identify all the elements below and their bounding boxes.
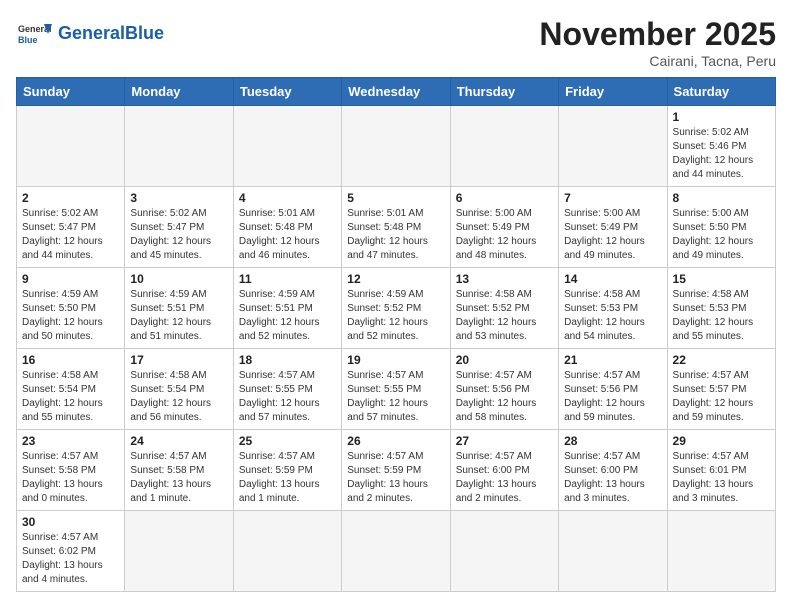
day-21: 21 Sunrise: 4:57 AM Sunset: 5:56 PM Dayl… [559,349,667,430]
day-27: 27 Sunrise: 4:57 AM Sunset: 6:00 PM Dayl… [450,430,558,511]
page-header: General Blue GeneralBlue November 2025 C… [16,16,776,69]
day-7: 7 Sunrise: 5:00 AM Sunset: 5:49 PM Dayli… [559,187,667,268]
day-25: 25 Sunrise: 4:57 AM Sunset: 5:59 PM Dayl… [233,430,341,511]
day-22: 22 Sunrise: 4:57 AM Sunset: 5:57 PM Dayl… [667,349,775,430]
day-3: 3 Sunrise: 5:02 AM Sunset: 5:47 PM Dayli… [125,187,233,268]
empty-cell [233,106,341,187]
day-30: 30 Sunrise: 4:57 AM Sunset: 6:02 PM Dayl… [17,511,125,592]
empty-cell [559,511,667,592]
weekday-header-row: Sunday Monday Tuesday Wednesday Thursday… [17,78,776,106]
empty-cell [17,106,125,187]
calendar-table: Sunday Monday Tuesday Wednesday Thursday… [16,77,776,592]
header-sunday: Sunday [17,78,125,106]
title-area: November 2025 Cairani, Tacna, Peru [539,16,776,69]
calendar-row-3: 9 Sunrise: 4:59 AM Sunset: 5:50 PM Dayli… [17,268,776,349]
logo-general: General [58,23,125,43]
day-19: 19 Sunrise: 4:57 AM Sunset: 5:55 PM Dayl… [342,349,450,430]
calendar-row-4: 16 Sunrise: 4:58 AM Sunset: 5:54 PM Dayl… [17,349,776,430]
header-monday: Monday [125,78,233,106]
empty-cell [342,511,450,592]
empty-cell [667,511,775,592]
empty-cell [342,106,450,187]
calendar-row-2: 2 Sunrise: 5:02 AM Sunset: 5:47 PM Dayli… [17,187,776,268]
day-16: 16 Sunrise: 4:58 AM Sunset: 5:54 PM Dayl… [17,349,125,430]
month-title: November 2025 [539,16,776,53]
day-6: 6 Sunrise: 5:00 AM Sunset: 5:49 PM Dayli… [450,187,558,268]
calendar-row-1: 1 Sunrise: 5:02 AM Sunset: 5:46 PM Dayli… [17,106,776,187]
day-4: 4 Sunrise: 5:01 AM Sunset: 5:48 PM Dayli… [233,187,341,268]
day-5: 5 Sunrise: 5:01 AM Sunset: 5:48 PM Dayli… [342,187,450,268]
empty-cell [450,106,558,187]
header-friday: Friday [559,78,667,106]
calendar-row-5: 23 Sunrise: 4:57 AM Sunset: 5:58 PM Dayl… [17,430,776,511]
empty-cell [450,511,558,592]
logo-blue: Blue [125,23,164,43]
header-saturday: Saturday [667,78,775,106]
empty-cell [125,106,233,187]
header-wednesday: Wednesday [342,78,450,106]
day-12: 12 Sunrise: 4:59 AM Sunset: 5:52 PM Dayl… [342,268,450,349]
day-24: 24 Sunrise: 4:57 AM Sunset: 5:58 PM Dayl… [125,430,233,511]
day-2: 2 Sunrise: 5:02 AM Sunset: 5:47 PM Dayli… [17,187,125,268]
day-20: 20 Sunrise: 4:57 AM Sunset: 5:56 PM Dayl… [450,349,558,430]
day-23: 23 Sunrise: 4:57 AM Sunset: 5:58 PM Dayl… [17,430,125,511]
empty-cell [125,511,233,592]
day-29: 29 Sunrise: 4:57 AM Sunset: 6:01 PM Dayl… [667,430,775,511]
day-17: 17 Sunrise: 4:58 AM Sunset: 5:54 PM Dayl… [125,349,233,430]
day-8: 8 Sunrise: 5:00 AM Sunset: 5:50 PM Dayli… [667,187,775,268]
day-26: 26 Sunrise: 4:57 AM Sunset: 5:59 PM Dayl… [342,430,450,511]
empty-cell [233,511,341,592]
day-14: 14 Sunrise: 4:58 AM Sunset: 5:53 PM Dayl… [559,268,667,349]
svg-text:Blue: Blue [18,35,38,45]
location: Cairani, Tacna, Peru [539,53,776,69]
day-13: 13 Sunrise: 4:58 AM Sunset: 5:52 PM Dayl… [450,268,558,349]
logo-icon: General Blue [16,16,52,52]
day-9: 9 Sunrise: 4:59 AM Sunset: 5:50 PM Dayli… [17,268,125,349]
logo: General Blue GeneralBlue [16,16,164,52]
calendar-row-6: 30 Sunrise: 4:57 AM Sunset: 6:02 PM Dayl… [17,511,776,592]
day-28: 28 Sunrise: 4:57 AM Sunset: 6:00 PM Dayl… [559,430,667,511]
day-11: 11 Sunrise: 4:59 AM Sunset: 5:51 PM Dayl… [233,268,341,349]
day-10: 10 Sunrise: 4:59 AM Sunset: 5:51 PM Dayl… [125,268,233,349]
header-tuesday: Tuesday [233,78,341,106]
day-18: 18 Sunrise: 4:57 AM Sunset: 5:55 PM Dayl… [233,349,341,430]
header-thursday: Thursday [450,78,558,106]
day-15: 15 Sunrise: 4:58 AM Sunset: 5:53 PM Dayl… [667,268,775,349]
day-1: 1 Sunrise: 5:02 AM Sunset: 5:46 PM Dayli… [667,106,775,187]
empty-cell [559,106,667,187]
